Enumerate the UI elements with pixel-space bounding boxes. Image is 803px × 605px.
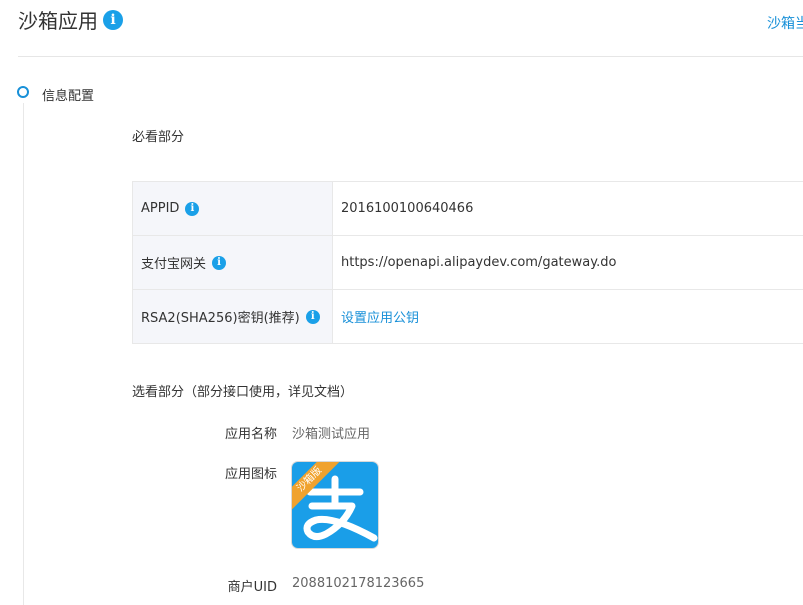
gateway-value: https://openapi.alipaydev.com/gateway.do: [341, 255, 617, 270]
info-icon[interactable]: i: [103, 10, 123, 30]
table-row-appid: APPID i 2016100100640466: [133, 182, 803, 236]
header-divider: [18, 56, 803, 57]
page-title: 沙箱应用: [18, 9, 98, 33]
sandbox-link[interactable]: 沙箱当: [767, 13, 803, 33]
row-label: RSA2(SHA256)密钥(推荐) i: [133, 290, 333, 343]
appid-label: APPID: [141, 201, 180, 216]
app-name-label: 应用名称: [224, 427, 277, 442]
timeline-dot-icon: [17, 86, 29, 98]
table-row-gateway: 支付宝网关 i https://openapi.alipaydev.com/ga…: [133, 236, 803, 290]
rsa2-label: RSA2(SHA256)密钥(推荐): [141, 311, 300, 326]
gateway-label: 支付宝网关: [141, 257, 207, 272]
required-heading: 必看部分: [132, 130, 185, 145]
info-icon[interactable]: i: [212, 255, 227, 270]
section-title-info-config: 信息配置: [42, 89, 95, 104]
app-name-value: 沙箱测试应用: [292, 427, 371, 442]
optional-heading: 选看部分（部分接口使用，详见文档）: [132, 385, 354, 400]
merchant-uid-value: 2088102178123665: [292, 576, 425, 591]
app-icon-label: 应用图标: [224, 467, 277, 482]
table-row-rsa2: RSA2(SHA256)密钥(推荐) i 设置应用公钥: [133, 290, 803, 344]
config-table: APPID i 2016100100640466 支付宝网关 i https:/…: [132, 181, 803, 344]
info-icon[interactable]: i: [185, 201, 200, 216]
timeline-line: [23, 103, 24, 605]
set-app-public-key-link[interactable]: 设置应用公钥: [333, 290, 803, 343]
row-label: APPID i: [133, 182, 333, 235]
merchant-uid-label: 商户UID: [227, 580, 277, 595]
row-label: 支付宝网关 i: [133, 236, 333, 289]
appid-value: 2016100100640466: [341, 201, 474, 216]
alipay-app-icon: 沙箱版: [292, 462, 378, 548]
info-icon[interactable]: i: [305, 309, 320, 324]
